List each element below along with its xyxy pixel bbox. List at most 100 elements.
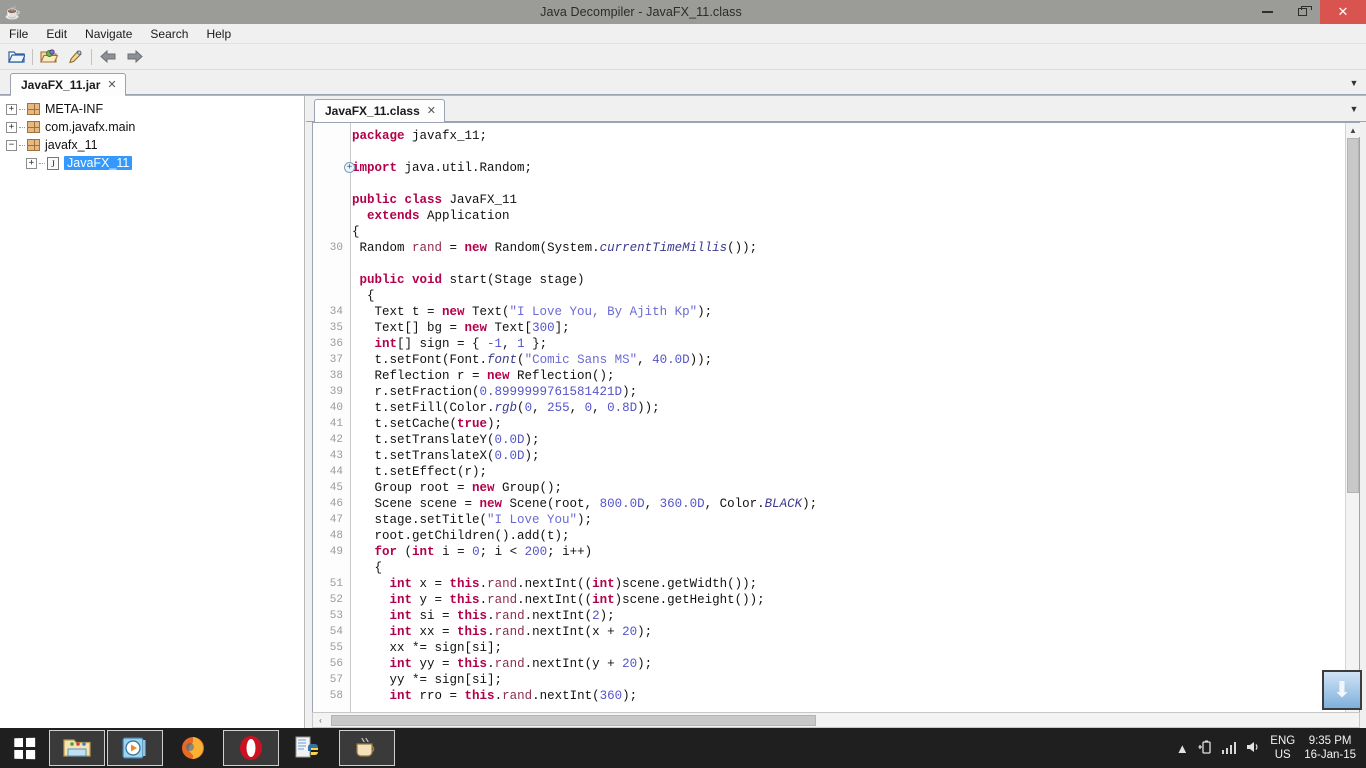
menu-search[interactable]: Search xyxy=(141,24,197,44)
code-token: "I Love You" xyxy=(487,513,578,527)
taskbar-opera-icon[interactable] xyxy=(223,730,279,766)
code-viewer[interactable]: package javafx_11; import java.util.Rand… xyxy=(312,122,1360,728)
horizontal-scroll-thumb[interactable] xyxy=(331,715,816,726)
menu-navigate[interactable]: Navigate xyxy=(76,24,141,44)
code-token: javafx_11; xyxy=(412,129,488,143)
code-token: { xyxy=(352,225,360,239)
code-line: package javafx_11; xyxy=(352,128,1345,144)
application-window: ☕ Java Decompiler - JavaFX_11.class ✕ Fi… xyxy=(0,0,1366,768)
tab-close-icon[interactable]: ✕ xyxy=(107,78,116,91)
line-number: 57 xyxy=(329,674,343,686)
tree-item-javafx-11[interactable]: − javafx_11 xyxy=(6,136,304,154)
code-token: t.setFont(Font. xyxy=(352,353,488,367)
code-token: 255 xyxy=(547,401,570,415)
code-token: rand xyxy=(494,609,525,623)
code-line: Group root = new Group(); xyxy=(352,480,1345,496)
code-token: java.util.Random; xyxy=(404,161,533,175)
code-token: ); xyxy=(577,513,593,527)
tab-javafx11-class[interactable]: JavaFX_11.class ✕ xyxy=(314,99,445,122)
volume-icon[interactable] xyxy=(1245,740,1261,757)
code-token: yy = xyxy=(412,657,458,671)
expand-icon[interactable]: + xyxy=(6,121,17,133)
back-arrow-icon[interactable] xyxy=(95,45,121,69)
code-line: t.setCache(true); xyxy=(352,416,1345,432)
show-hidden-icons-chevron-up-icon[interactable]: ▲ xyxy=(1176,741,1189,756)
toolbar xyxy=(0,44,1366,70)
minimize-button[interactable] xyxy=(1250,0,1285,24)
taskbar-python-icon[interactable] xyxy=(281,730,337,766)
menu-help[interactable]: Help xyxy=(197,24,240,44)
vertical-scroll-thumb[interactable] xyxy=(1347,138,1359,493)
code-token: . xyxy=(487,625,495,639)
code-token: , xyxy=(532,401,548,415)
windows-start-icon[interactable] xyxy=(0,728,48,768)
code-token: .nextInt( xyxy=(524,609,593,623)
code-token: , Color. xyxy=(704,497,765,511)
signal-icon[interactable] xyxy=(1221,742,1237,754)
code-token: this xyxy=(457,657,488,671)
pin-icon[interactable] xyxy=(62,45,88,69)
battery-icon[interactable] xyxy=(1198,740,1213,757)
restore-button[interactable] xyxy=(1285,0,1320,24)
code-token: 800.0D xyxy=(599,497,645,511)
jar-tab-list-chevron-down-icon[interactable]: ▼ xyxy=(1344,73,1364,93)
scroll-up-arrow-icon[interactable]: ▲ xyxy=(1346,123,1360,137)
line-number: 52 xyxy=(329,594,343,606)
toolbar-separator-1 xyxy=(32,48,33,65)
code-token: ; i < xyxy=(479,545,525,559)
class-tab-strip: JavaFX_11.class ✕ ▼ xyxy=(306,96,1366,122)
tree-item-meta-inf[interactable]: + META-INF xyxy=(6,100,304,118)
editor-tab-list-chevron-down-icon[interactable]: ▼ xyxy=(1344,99,1364,119)
taskbar-firefox-icon[interactable] xyxy=(165,730,221,766)
source-code[interactable]: package javafx_11; import java.util.Rand… xyxy=(352,123,1345,727)
menu-edit[interactable]: Edit xyxy=(37,24,76,44)
code-token: new xyxy=(487,369,518,383)
language-indicator[interactable]: ENG US xyxy=(1270,734,1295,762)
expand-icon[interactable]: + xyxy=(26,157,37,169)
work-area: JavaFX_11.jar ✕ ▼ + META-INF + com.javafx.m… xyxy=(0,70,1366,728)
vertical-scrollbar[interactable]: ▲ xyxy=(1345,123,1360,727)
package-tree-panel[interactable]: + META-INF + com.javafx.main − javafx_11 + J Jav… xyxy=(0,96,305,728)
code-line: Text[] bg = new Text[300]; xyxy=(352,320,1345,336)
code-token: Text[ xyxy=(494,321,533,335)
line-number: 46 xyxy=(329,498,343,510)
code-token: { xyxy=(352,289,375,303)
forward-arrow-icon[interactable] xyxy=(121,45,147,69)
code-token: { xyxy=(352,561,383,575)
code-token: import xyxy=(352,161,405,175)
collapse-icon[interactable]: − xyxy=(6,139,17,151)
code-token: int xyxy=(389,609,413,623)
line-number: 35 xyxy=(329,322,343,334)
open-type-icon[interactable] xyxy=(36,45,62,69)
clock[interactable]: 9:35 PM 16-Jan-15 xyxy=(1304,734,1356,762)
fold-expand-icon[interactable]: + xyxy=(344,162,355,173)
code-line: for (int i = 0; i < 200; i++) xyxy=(352,544,1345,560)
menu-file[interactable]: File xyxy=(0,24,37,44)
tree-connector xyxy=(19,126,25,128)
tab-javafx11-jar[interactable]: JavaFX_11.jar ✕ xyxy=(10,73,126,96)
window-controls: ✕ xyxy=(1250,0,1366,24)
code-token: int xyxy=(374,337,398,351)
expand-icon[interactable]: + xyxy=(6,103,17,115)
taskbar-media-player-icon[interactable] xyxy=(107,730,163,766)
scroll-left-arrow-icon[interactable]: ‹ xyxy=(313,713,328,727)
taskbar-file-explorer-icon[interactable] xyxy=(49,730,105,766)
tree-item-label: META-INF xyxy=(45,102,104,116)
code-line: extends Application xyxy=(352,208,1345,224)
download-overlay-icon[interactable]: ⬇ xyxy=(1322,670,1362,710)
code-token: ); xyxy=(802,497,818,511)
code-line: int si = this. rand .nextInt(2); xyxy=(352,608,1345,624)
code-token: ); xyxy=(487,417,503,431)
code-line: public void start(Stage stage) xyxy=(352,272,1345,288)
code-line: t.setTranslateX(0.0D); xyxy=(352,448,1345,464)
tab-close-icon[interactable]: ✕ xyxy=(427,104,436,117)
tree-item-com-javafx-main[interactable]: + com.javafx.main xyxy=(6,118,304,136)
horizontal-scrollbar[interactable]: ‹ xyxy=(312,712,1360,728)
taskbar-java-decompiler-icon[interactable] xyxy=(339,730,395,766)
code-token: 20 xyxy=(622,657,638,671)
code-line: public class JavaFX_11 xyxy=(352,192,1345,208)
close-button[interactable]: ✕ xyxy=(1320,0,1366,24)
tree-item-javafx-11[interactable]: + J JavaFX_11 xyxy=(6,154,304,172)
code-token: 0.0D xyxy=(494,433,525,447)
open-file-icon[interactable] xyxy=(3,45,29,69)
